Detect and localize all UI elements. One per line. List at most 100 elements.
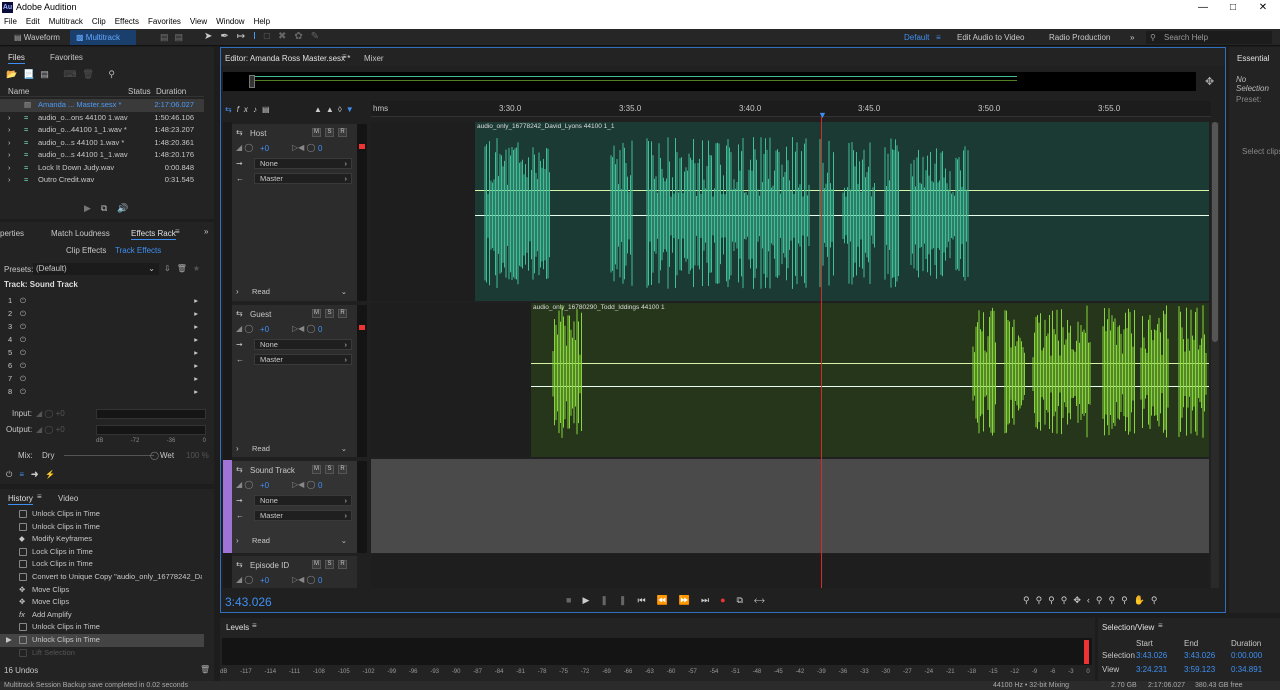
effect-slot[interactable]: 1 ⏻ ▸ xyxy=(8,295,200,307)
track-header-icons[interactable]: ⇆fx♪▤ xyxy=(225,105,275,114)
volume-value[interactable]: +0 xyxy=(260,325,269,334)
menu-edit[interactable]: Edit xyxy=(26,15,40,29)
pan-knob-icon[interactable]: ▷◀ ◯ xyxy=(292,324,315,333)
volume-value[interactable]: +0 xyxy=(260,481,269,490)
workspace-menu-icon[interactable]: ≡ xyxy=(936,29,941,46)
pan-value[interactable]: 0 xyxy=(318,325,322,334)
empty-track-area[interactable] xyxy=(371,554,1209,588)
col-status[interactable]: Status xyxy=(128,87,151,96)
tab-favorites[interactable]: Favorites xyxy=(50,51,83,64)
workspace-radio-production[interactable]: Radio Production xyxy=(1049,29,1110,46)
empty-track-area[interactable] xyxy=(371,122,475,301)
minimize-icon[interactable]: — xyxy=(1188,0,1218,15)
file-row[interactable]: › ≈ audio_o...ons 44100 1.wav 1:50:46.106 xyxy=(0,112,204,125)
solo-button[interactable]: S xyxy=(325,560,334,569)
pan-value[interactable]: 0 xyxy=(318,576,322,585)
history-row[interactable]: Convert to Unique Copy "audio_only_16778… xyxy=(0,571,204,584)
history-row[interactable]: Unlock Clips in Time xyxy=(0,508,204,521)
editor-menu-icon[interactable]: ≡ xyxy=(342,52,347,61)
track-name[interactable]: Host xyxy=(250,129,266,138)
selection-end[interactable]: 3:43.026 xyxy=(1184,651,1215,660)
time-ruler[interactable]: hms 3:30.0 3:35.0 3:40.0 3:45.0 3:50.0 3… xyxy=(371,101,1211,120)
menu-help[interactable]: Help xyxy=(254,15,270,29)
solo-button[interactable]: S xyxy=(325,465,334,474)
tab-video[interactable]: Video xyxy=(58,492,78,505)
menu-window[interactable]: Window xyxy=(216,15,244,29)
history-row[interactable]: fx Add Amplify xyxy=(0,609,204,622)
preview-transport-icons[interactable]: ▶⧉🔊 xyxy=(84,203,139,214)
record-arm-button[interactable]: R xyxy=(338,465,347,474)
tab-properties[interactable]: perties xyxy=(0,227,24,240)
selection-start[interactable]: 3:43.026 xyxy=(1136,651,1167,660)
mix-handle-icon[interactable]: ◯ xyxy=(150,451,159,460)
mute-button[interactable]: M xyxy=(312,560,321,569)
history-row[interactable]: Unlock Clips in Time xyxy=(0,521,204,534)
history-menu-icon[interactable]: ≡ xyxy=(37,492,42,501)
zoom-navigator-icon[interactable]: ✥ xyxy=(1205,75,1214,88)
view-start[interactable]: 3:24.231 xyxy=(1136,665,1167,674)
file-row[interactable]: ▤ Amanda ... Master.sesx * 2:17:06.027 xyxy=(0,99,204,112)
file-row[interactable]: › ≈ audio_o...44100 1_1.wav * 1:48:23.207 xyxy=(0,124,204,137)
record-arm-button[interactable]: R xyxy=(338,128,347,137)
tab-effects-rack[interactable]: Effects Rack xyxy=(131,227,176,240)
tab-essential[interactable]: Essential xyxy=(1237,52,1269,65)
file-row[interactable]: › ≈ audio_o...s 44100 1.wav * 1:48:20.361 xyxy=(0,137,204,150)
levels-menu-icon[interactable]: ≡ xyxy=(252,621,257,630)
files-toolbar-icons[interactable]: 📂📃▤ ⌨🗑 ⚲ xyxy=(6,69,121,80)
track-name[interactable]: Sound Track xyxy=(250,466,295,475)
workspace-edit-audio-to-video[interactable]: Edit Audio to Video xyxy=(957,29,1024,46)
track-output-dropdown[interactable]: Master › xyxy=(254,173,352,184)
maximize-icon[interactable]: □ xyxy=(1218,0,1248,15)
mix-slider[interactable] xyxy=(64,455,154,456)
file-row[interactable]: › ≈ Outro Credit.wav 0:31.545 xyxy=(0,174,204,187)
tool-icons[interactable]: ➤✒↦I□✖✿✎ xyxy=(204,31,327,42)
col-name[interactable]: Name xyxy=(8,87,29,96)
track-name[interactable]: Guest xyxy=(250,310,271,319)
tab-files[interactable]: Files xyxy=(8,51,25,64)
file-row[interactable]: › ≈ Lock It Down Judy.wav 0:00.848 xyxy=(0,162,204,175)
solo-button[interactable]: S xyxy=(325,309,334,318)
display-icons[interactable]: ▤▤ xyxy=(160,32,189,43)
history-row-current[interactable]: ▶ Unlock Clips in Time xyxy=(0,634,204,647)
audio-clip-guest[interactable]: audio_only_16780290_Todd_Iddings 44100 1 xyxy=(531,303,1209,457)
file-row[interactable]: › ≈ audio_o...s 44100 1_1.wav 1:48:20.176 xyxy=(0,149,204,162)
history-delete-icon[interactable]: 🗑 xyxy=(200,665,210,674)
effect-slot[interactable]: 4 ⏻ ▸ xyxy=(8,334,200,346)
mute-button[interactable]: M xyxy=(312,465,321,474)
col-duration[interactable]: Duration xyxy=(156,87,186,96)
volume-value[interactable]: +0 xyxy=(260,576,269,585)
effect-slot[interactable]: 7 ⏻ ▸ xyxy=(8,373,200,385)
selection-duration[interactable]: 0:00.000 xyxy=(1231,651,1262,660)
workspace-default[interactable]: Default xyxy=(904,29,929,46)
track-input-dropdown[interactable]: None › xyxy=(254,158,352,169)
history-row[interactable]: ✥ Move Clips xyxy=(0,596,204,609)
history-row[interactable]: Lock Clips in Time xyxy=(0,546,204,559)
ruler-tool-icons[interactable]: ▲▲◊▼ xyxy=(314,105,358,114)
track-input-dropdown[interactable]: None › xyxy=(254,495,352,506)
menu-effects[interactable]: Effects xyxy=(115,15,139,29)
menu-view[interactable]: View xyxy=(190,15,207,29)
workspace-overflow-icon[interactable]: » xyxy=(1130,29,1134,46)
playhead[interactable] xyxy=(821,117,822,588)
track-output-dropdown[interactable]: Master › xyxy=(254,510,352,521)
volume-knob-icon[interactable]: ◢ ◯ xyxy=(236,575,253,584)
audio-clip-host[interactable]: audio_only_16778242_David_Lyons 44100 1_… xyxy=(475,122,1209,301)
pan-knob-icon[interactable]: ▷◀ ◯ xyxy=(292,575,315,584)
tab-mixer[interactable]: Mixer xyxy=(364,52,384,65)
menu-multitrack[interactable]: Multitrack xyxy=(49,15,83,29)
tab-match-loudness[interactable]: Match Loudness xyxy=(51,227,110,240)
automation-mode-dropdown[interactable]: Read ⌄ xyxy=(246,286,352,297)
empty-track-area[interactable] xyxy=(371,303,531,457)
record-arm-button[interactable]: R xyxy=(338,309,347,318)
tab-editor[interactable]: Editor: Amanda Ross Master.sesx * xyxy=(225,52,350,65)
track-name[interactable]: Episode ID xyxy=(250,561,289,570)
menu-favorites[interactable]: Favorites xyxy=(148,15,181,29)
volume-knob-icon[interactable]: ◢ ◯ xyxy=(236,143,253,152)
automation-mode-dropdown[interactable]: Read ⌄ xyxy=(246,443,352,454)
history-row[interactable]: ✥ Move Clips xyxy=(0,584,204,597)
input-level[interactable]: ◢ ◯ +0 xyxy=(36,409,65,418)
effect-slot[interactable]: 2 ⏻ ▸ xyxy=(8,308,200,320)
playhead-marker-icon[interactable]: ▼ xyxy=(818,110,827,120)
solo-button[interactable]: S xyxy=(325,128,334,137)
history-row[interactable]: ◆ Modify Keyframes xyxy=(0,533,204,546)
